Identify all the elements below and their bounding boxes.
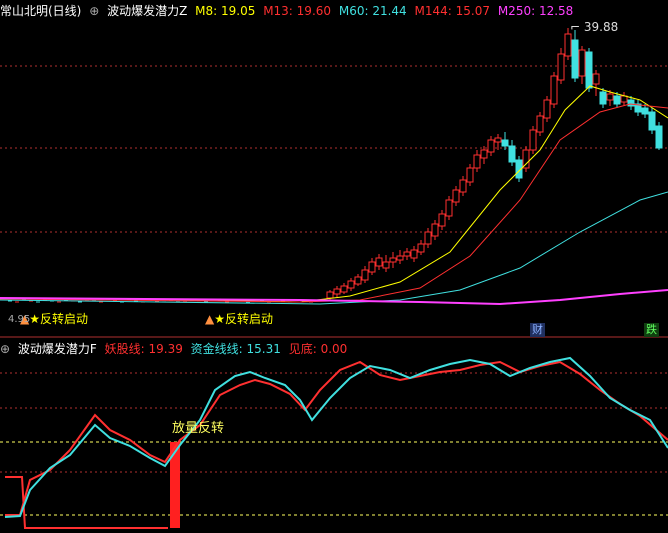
bottom-left-value: 4.95: [8, 314, 31, 325]
candle-body: [627, 99, 635, 107]
candle-body: [480, 149, 488, 159]
candle-body: [417, 243, 425, 253]
chart-canvas[interactable]: [0, 0, 668, 533]
candle-body: [620, 95, 628, 103]
candle-body: [578, 49, 586, 77]
high-price-label: ⌐ 39.88: [570, 20, 619, 34]
candle-body: [501, 139, 509, 147]
candle-body: [473, 154, 481, 169]
candle-body: [438, 213, 446, 227]
candle-body: [347, 280, 355, 289]
demon-line: [5, 360, 668, 516]
signal-marker-icon: ▲: [205, 312, 215, 326]
candle-body: [655, 125, 663, 149]
candle-body: [382, 261, 390, 269]
candle-body: [613, 95, 621, 105]
volume-reversal-bar: [170, 442, 180, 528]
bottom-value: 见底: 0.00: [288, 342, 348, 356]
candle-body: [585, 51, 593, 89]
candle-body: [557, 53, 565, 81]
candle-body: [536, 115, 544, 133]
candle-body: [648, 111, 656, 131]
candle-body: [571, 39, 579, 79]
bottom-lines: [4, 356, 668, 529]
candle-body: [389, 257, 397, 263]
candle-body: [529, 129, 537, 151]
candle-body: [508, 145, 516, 163]
bottom-header: ⊕ 波动爆发潜力F 妖股线: 19.39 资金线线: 15.31 见底: 0.0…: [0, 339, 351, 359]
bottom-indicator-name[interactable]: 波动爆发潜力F: [18, 342, 97, 356]
fall-badge[interactable]: 跌: [644, 323, 659, 337]
candle-body: [375, 257, 383, 267]
candle-body: [424, 231, 432, 245]
moving-averages: [0, 85, 668, 306]
candle-body: [445, 199, 453, 217]
top-grid: [0, 65, 668, 233]
candle-body: [326, 291, 334, 299]
candle-body: [431, 223, 439, 237]
candle-body: [396, 255, 404, 261]
candle-body: [494, 137, 502, 143]
candle-body: [459, 179, 467, 193]
candle-body: [592, 73, 600, 85]
candle-body: [599, 91, 607, 105]
candle-body: [543, 99, 551, 119]
candle-body: [410, 249, 418, 259]
candle-body: [368, 261, 376, 273]
ma13-line: [0, 103, 668, 303]
candle-body: [452, 189, 460, 203]
demon-line-value: 妖股线: 19.39: [104, 342, 183, 356]
capital-line: [4, 356, 668, 518]
candle-body: [403, 251, 411, 257]
candle-body: [466, 167, 474, 183]
signal-reversal-2: ▲★反转启动: [205, 312, 273, 326]
candle-body: [361, 269, 369, 281]
candle-body: [641, 107, 649, 115]
finance-badge[interactable]: 财: [530, 323, 545, 337]
candle-body: [354, 276, 362, 285]
volume-reversal-annotation: 放量反转: [172, 421, 225, 436]
candle-body: [522, 149, 530, 169]
candle-body: [333, 288, 341, 295]
candle-body: [487, 139, 495, 153]
ma8-line: [0, 85, 668, 303]
candle-body: [550, 75, 558, 105]
ma60-line: [0, 191, 668, 305]
collapse-icon[interactable]: ⊕: [0, 342, 10, 356]
capital-line-value: 资金线线: 15.31: [190, 342, 281, 356]
candlesticks: [8, 28, 663, 303]
candle-body: [564, 33, 572, 57]
candle-body: [340, 285, 348, 293]
candle-body: [606, 93, 614, 101]
